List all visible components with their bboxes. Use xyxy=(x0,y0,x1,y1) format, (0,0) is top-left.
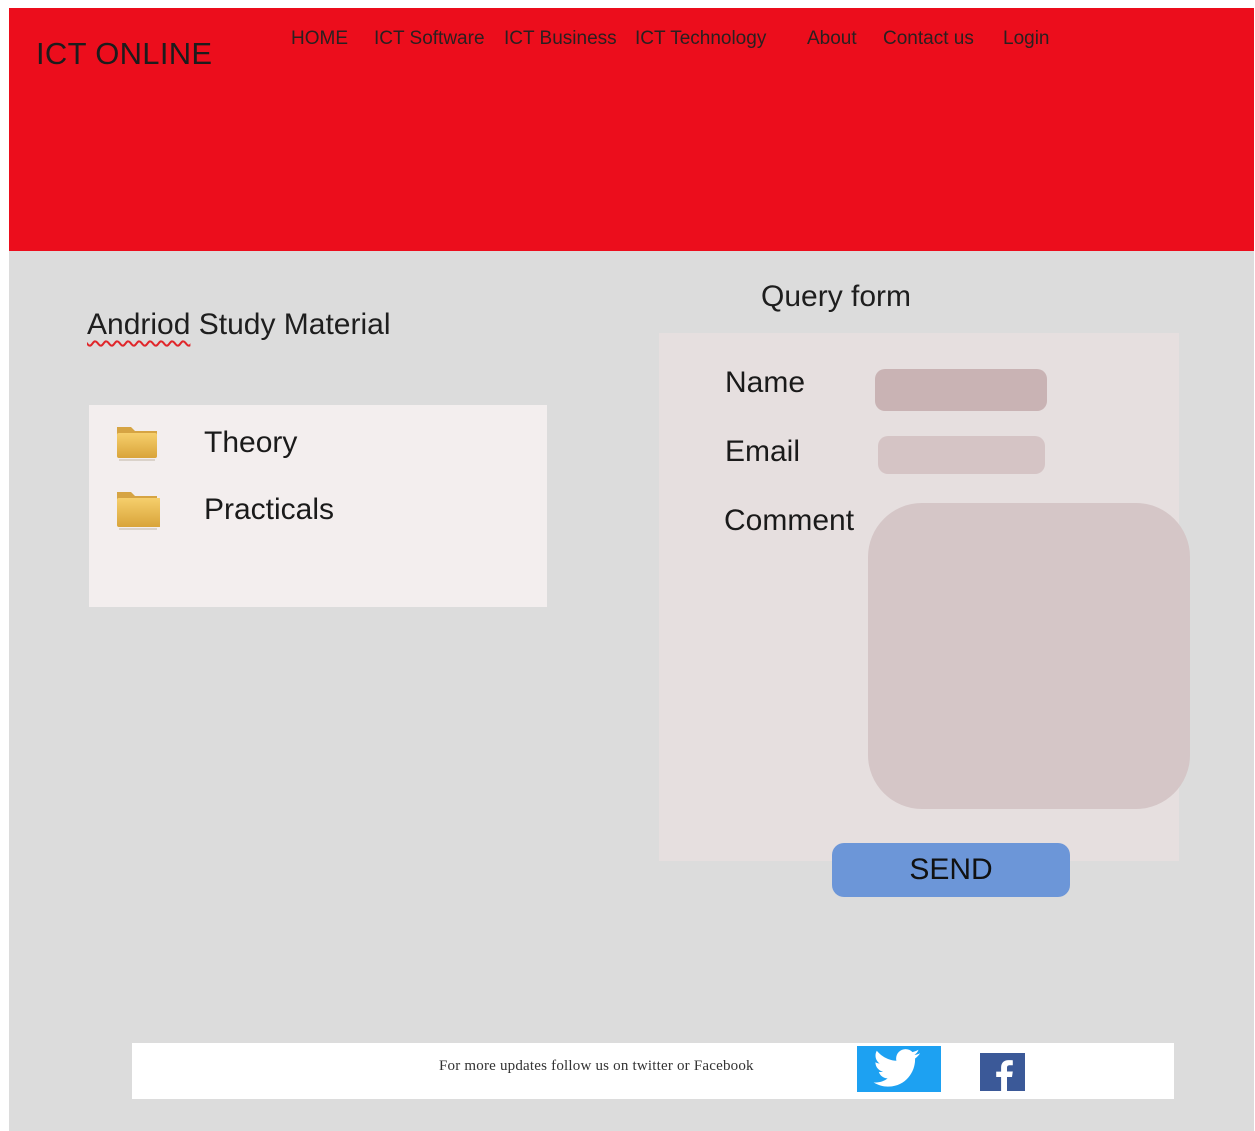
footer-text: For more updates follow us on twitter or… xyxy=(439,1058,754,1074)
nav-ict-business[interactable]: ICT Business xyxy=(504,28,617,50)
site-header: ICT ONLINE HOME ICT Software ICT Busines… xyxy=(9,8,1254,251)
name-label: Name xyxy=(725,366,806,399)
site-footer: For more updates follow us on twitter or… xyxy=(132,1043,1174,1099)
send-button[interactable]: SEND xyxy=(832,843,1070,897)
study-material-title-word: Andriod xyxy=(87,308,191,341)
folder-icon xyxy=(117,492,160,530)
email-field[interactable] xyxy=(878,436,1045,474)
study-material-title-rest: Study Material xyxy=(190,308,391,341)
nav-contact-us[interactable]: Contact us xyxy=(883,28,974,50)
email-label: Email xyxy=(725,435,801,468)
nav-login[interactable]: Login xyxy=(1003,28,1050,50)
list-item-label: Practicals xyxy=(204,493,335,526)
comment-textarea[interactable] xyxy=(868,503,1190,809)
list-item-theory[interactable]: Theory xyxy=(116,422,536,466)
comment-label: Comment xyxy=(724,504,855,537)
query-form-title: Query form xyxy=(761,280,912,313)
list-item-practicals[interactable]: Practicals xyxy=(116,489,536,533)
page-frame: ICT ONLINE HOME ICT Software ICT Busines… xyxy=(9,8,1254,1131)
name-field[interactable] xyxy=(875,369,1047,411)
twitter-icon[interactable] xyxy=(857,1046,941,1092)
study-material-title: Andriod Study Material xyxy=(87,308,391,342)
study-material-list: Theory Practicals xyxy=(89,405,547,607)
nav-about[interactable]: About xyxy=(807,28,857,50)
nav-ict-software[interactable]: ICT Software xyxy=(374,28,485,50)
site-logo[interactable]: ICT ONLINE xyxy=(36,36,212,72)
nav-ict-technology[interactable]: ICT Technology xyxy=(635,28,766,50)
facebook-icon[interactable] xyxy=(980,1053,1025,1091)
nav-home[interactable]: HOME xyxy=(291,28,348,50)
folder-icon xyxy=(117,427,157,461)
list-item-label: Theory xyxy=(204,426,298,459)
